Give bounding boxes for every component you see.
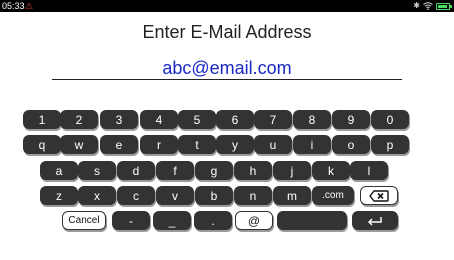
key-r[interactable]: r	[140, 135, 178, 154]
key-l[interactable]: l	[350, 161, 388, 180]
key-dot[interactable]: .	[194, 211, 232, 230]
key-y[interactable]: y	[216, 135, 254, 154]
key-h[interactable]: h	[234, 161, 272, 180]
backspace-key[interactable]	[360, 186, 398, 205]
key-e[interactable]: e	[100, 135, 138, 154]
space-key[interactable]	[277, 211, 347, 230]
key-m[interactable]: m	[273, 186, 311, 205]
key-a[interactable]: a	[40, 161, 78, 180]
key-z[interactable]: z	[40, 186, 78, 205]
cancel-button[interactable]: Cancel	[62, 211, 106, 230]
backspace-icon	[369, 189, 389, 202]
status-bar: 05:33 ⚠ ✱	[0, 0, 454, 12]
key-d[interactable]: d	[117, 161, 155, 180]
key-dash[interactable]: -	[112, 211, 150, 230]
key-o[interactable]: o	[332, 135, 370, 154]
key-f[interactable]: f	[156, 161, 194, 180]
key-9[interactable]: 9	[332, 110, 370, 129]
key-0[interactable]: 0	[371, 110, 409, 129]
enter-icon	[367, 216, 383, 226]
enter-key[interactable]	[352, 211, 398, 230]
page-title: Enter E-Mail Address	[142, 22, 312, 42]
key-s[interactable]: s	[78, 161, 116, 180]
key-t[interactable]: t	[178, 135, 216, 154]
email-input[interactable]: abc@email.com	[52, 58, 402, 79]
key-q[interactable]: q	[23, 135, 61, 154]
status-icons: ✱	[413, 0, 452, 15]
key-4[interactable]: 4	[140, 110, 178, 129]
bluetooth-icon: ✱	[413, 1, 420, 10]
key-1[interactable]: 1	[23, 110, 61, 129]
key-8[interactable]: 8	[293, 110, 331, 129]
key-c[interactable]: c	[117, 186, 155, 205]
key-u[interactable]: u	[254, 135, 292, 154]
key-n[interactable]: n	[234, 186, 272, 205]
key-dotcom[interactable]: .com	[312, 186, 354, 205]
warning-icon: ⚠	[25, 1, 34, 11]
key-v[interactable]: v	[156, 186, 194, 205]
key-7[interactable]: 7	[254, 110, 292, 129]
key-k[interactable]: k	[312, 161, 350, 180]
key-i[interactable]: i	[293, 135, 331, 154]
email-input-underline	[52, 79, 402, 80]
key-2[interactable]: 2	[60, 110, 98, 129]
key-g[interactable]: g	[195, 161, 233, 180]
key-w[interactable]: w	[60, 135, 98, 154]
key-p[interactable]: p	[371, 135, 409, 154]
key-6[interactable]: 6	[216, 110, 254, 129]
key-b[interactable]: b	[195, 186, 233, 205]
key-5[interactable]: 5	[178, 110, 216, 129]
key-underscore[interactable]: _	[153, 211, 191, 230]
key-x[interactable]: x	[78, 186, 116, 205]
battery-icon	[436, 2, 452, 10]
key-at[interactable]: @	[235, 211, 273, 230]
status-time: 05:33	[2, 1, 25, 11]
key-3[interactable]: 3	[100, 110, 138, 129]
key-j[interactable]: j	[273, 161, 311, 180]
wifi-icon	[423, 0, 433, 15]
